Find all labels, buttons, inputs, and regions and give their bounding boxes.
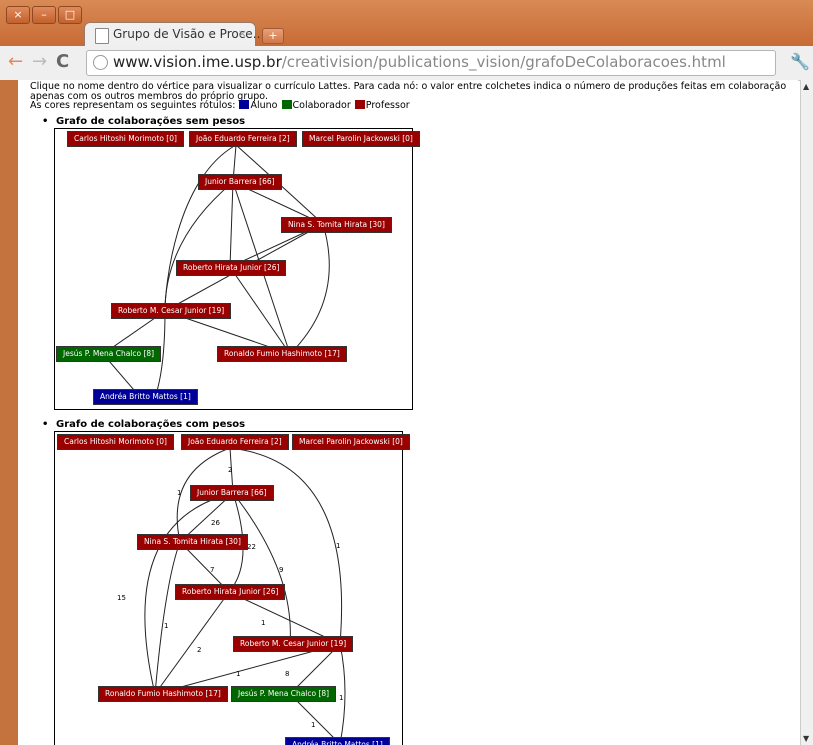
graph1-node-marcel-jackowski[interactable]: Marcel Parolin Jackowski [0]	[302, 131, 420, 147]
graph2-edge-weight: 2	[228, 466, 232, 474]
graph1-node-jesus-mena-chalco[interactable]: Jesús P. Mena Chalco [8]	[56, 346, 162, 362]
graph2-edge-weight: 1	[164, 622, 168, 630]
graph2-node-nina-hirata[interactable]: Nina S. Tomita Hirata [30]	[137, 534, 248, 550]
forward-arrow-icon[interactable]: →	[32, 52, 47, 72]
browser-tab[interactable]: Grupo de Visão e Proce… ×	[84, 22, 265, 47]
legend-professor: Professor	[365, 100, 410, 111]
graph2-edge-weight: 1	[236, 670, 240, 678]
scroll-up-icon[interactable]: ▲	[803, 82, 809, 91]
globe-icon	[93, 55, 108, 70]
new-tab-button[interactable]: +	[262, 28, 284, 44]
graph2-edge-weight: 22	[247, 543, 256, 551]
graph2-edge-weight: 26	[211, 519, 220, 527]
legend-aluno: Aluno	[250, 100, 278, 111]
close-tab-icon[interactable]: ×	[238, 27, 247, 40]
close-window-button[interactable]: ×	[6, 6, 30, 24]
graph1-node-roberto-cesar[interactable]: Roberto M. Cesar Junior [19]	[111, 303, 232, 319]
intro-text: Clique no nome dentro do vértice para vi…	[30, 81, 787, 102]
graph2-node-roberto-cesar[interactable]: Roberto M. Cesar Junior [19]	[233, 636, 354, 652]
graph2-edge-weight: 2	[197, 646, 201, 654]
address-bar[interactable]: www.vision.ime.usp.br/creativision/publi…	[86, 50, 776, 76]
graph2-node-andrea-mattos[interactable]: Andréa Britto Mattos [1]	[285, 737, 390, 745]
scroll-down-icon[interactable]: ▼	[803, 734, 809, 743]
wrench-icon[interactable]: 🔧	[790, 52, 810, 71]
legend-swatch-professor	[354, 100, 365, 109]
graph2-node-jesus-mena-chalco[interactable]: Jesús P. Mena Chalco [8]	[231, 686, 337, 702]
graph1-node-junior-barrera[interactable]: Junior Barrera [66]	[198, 174, 282, 190]
window-left-edge	[0, 80, 18, 745]
url-text: www.vision.ime.usp.br/creativision/publi…	[113, 53, 726, 71]
window-titlebar: × – □ Grupo de Visão e Proce… × +	[0, 0, 813, 47]
graph1-node-nina-hirata[interactable]: Nina S. Tomita Hirata [30]	[281, 217, 392, 233]
graph2-edge-weight: 1	[336, 542, 340, 550]
graph2-node-carlos-morimoto[interactable]: Carlos Hitoshi Morimoto [0]	[57, 434, 174, 450]
graph1-title: Grafo de colaborações sem pesos	[42, 116, 245, 127]
graph1-node-carlos-morimoto[interactable]: Carlos Hitoshi Morimoto [0]	[67, 131, 184, 147]
graph2-edge-weight: 1	[177, 489, 181, 497]
vertical-scrollbar[interactable]: ▲ ▼	[800, 80, 813, 745]
graph1-node-joao-ferreira[interactable]: João Eduardo Ferreira [2]	[189, 131, 297, 147]
graph2-edge-weight: 9	[279, 566, 283, 574]
graph2-edge-weight: 8	[285, 670, 289, 678]
page-content: Clique no nome dentro do vértice para vi…	[18, 80, 798, 745]
graph2-node-roberto-hirata[interactable]: Roberto Hirata Junior [26]	[175, 584, 286, 600]
graph-with-weights: 2 1 26 22 9 1 7 15 1 1 2 1 8 1 1 Carlos …	[54, 431, 410, 745]
browser-toolbar: ← → C www.vision.ime.usp.br/creativision…	[0, 46, 813, 81]
back-arrow-icon[interactable]: ←	[8, 52, 23, 72]
graph2-node-ronaldo-hashimoto[interactable]: Ronaldo Fumio Hashimoto [17]	[98, 686, 228, 702]
maximize-window-button[interactable]: □	[58, 6, 82, 24]
legend-colaborador: Colaborador	[292, 100, 351, 111]
minimize-window-button[interactable]: –	[32, 6, 56, 24]
graph1-node-andrea-mattos[interactable]: Andréa Britto Mattos [1]	[93, 389, 198, 405]
graph2-edge-weight: 7	[210, 566, 214, 574]
page-icon	[95, 28, 109, 44]
reload-icon[interactable]: C	[56, 52, 69, 72]
color-legend: As cores representam os seguintes rótulo…	[30, 100, 410, 111]
graph2-node-junior-barrera[interactable]: Junior Barrera [66]	[190, 485, 274, 501]
graph1-node-roberto-hirata[interactable]: Roberto Hirata Junior [26]	[176, 260, 287, 276]
legend-swatch-aluno	[239, 100, 250, 109]
graph2-title: Grafo de colaborações com pesos	[42, 419, 245, 430]
graph2-edge-weight: 1	[339, 694, 343, 702]
graph2-node-joao-ferreira[interactable]: João Eduardo Ferreira [2]	[181, 434, 289, 450]
graph2-node-marcel-jackowski[interactable]: Marcel Parolin Jackowski [0]	[292, 434, 410, 450]
graph1-node-ronaldo-hashimoto[interactable]: Ronaldo Fumio Hashimoto [17]	[217, 346, 347, 362]
graph2-edge-weight: 1	[261, 619, 265, 627]
graph2-edge-weight: 15	[117, 594, 126, 602]
legend-swatch-colaborador	[281, 100, 292, 109]
graph2-edge-weight: 1	[311, 721, 315, 729]
graph-without-weights: Carlos Hitoshi Morimoto [0] João Eduardo…	[54, 128, 420, 410]
